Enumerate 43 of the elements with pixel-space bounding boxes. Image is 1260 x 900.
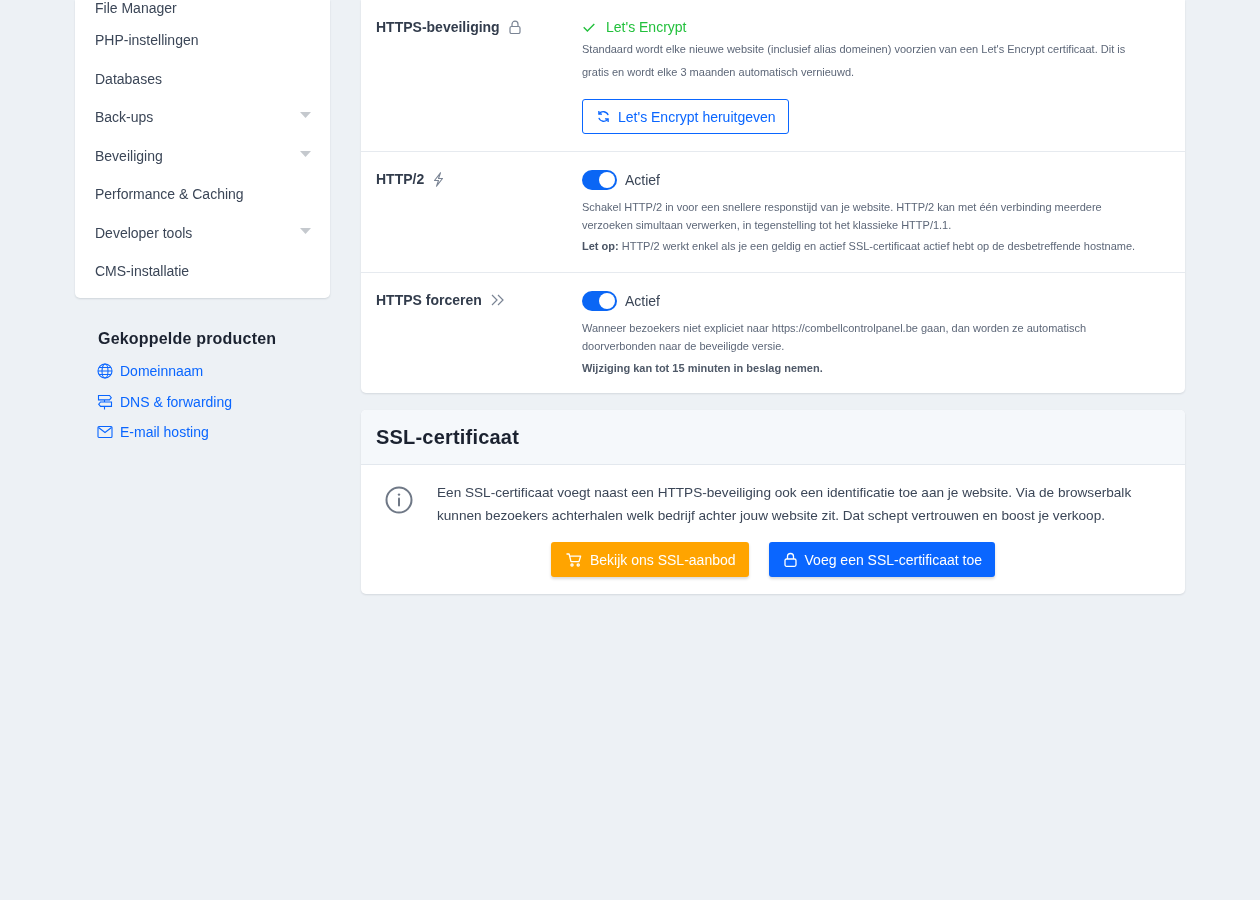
caret-icon — [300, 112, 311, 119]
add-certificate-button[interactable]: Voeg een SSL-certificaat toe — [768, 542, 995, 577]
cart-icon — [566, 552, 582, 567]
toggle-switch[interactable] — [582, 291, 617, 311]
sidebar-item[interactable]: Back-ups — [95, 98, 311, 137]
double-chevron-icon — [490, 294, 504, 306]
section-title: Gekoppelde producten — [98, 330, 278, 348]
sidebar-item[interactable]: Databases — [95, 59, 311, 98]
info-icon — [385, 486, 413, 514]
sidebar-item[interactable]: Developer tools — [95, 213, 311, 252]
sidebar-item[interactable]: CMS-installatie — [95, 252, 311, 291]
check-icon — [583, 22, 595, 32]
caret-icon — [300, 150, 311, 157]
notice-text: Wijziging kan tot 15 minuten in beslag nemen. — [582, 361, 824, 376]
description-text: Standaard wordt elke nieuwe website (inclusief alias domeinen) voorzien van een Let's Encrypt certificaat. Dit is gratis en wordt elke 3 maanden automatisch vernieuwd. — [582, 41, 1127, 80]
toggle-switch[interactable] — [582, 170, 617, 190]
description-text: Wanneer bezoekers niet expliciet naar https://combellcontrolpanel.be gaan, dan worden ze automatisch doorverbonden naar de beveiligde versie. — [582, 321, 1088, 354]
envelope-icon — [97, 424, 113, 441]
toggle-label: Actief — [625, 292, 660, 310]
product-link[interactable]: E-mail hosting — [97, 417, 209, 448]
lock-icon — [783, 552, 797, 567]
status-text: Let's Encrypt — [606, 18, 687, 36]
reissue-button[interactable]: Let's Encrypt heruitgeven — [582, 99, 789, 134]
setting-label: HTTPS forceren — [376, 291, 482, 309]
description-text: Schakel HTTP/2 in voor een snellere responstijd van je website. HTTP/2 kan met één verbinding meerdere verzoeken simultaan verwerken, in tegenstelling tot het klassieke HTTP/1.1. — [582, 200, 1103, 233]
lock-icon — [508, 20, 521, 34]
signpost-icon — [97, 393, 113, 410]
refresh-icon — [597, 110, 610, 123]
sidebar-item[interactable]: Performance & Caching — [95, 175, 311, 214]
sidebar-item[interactable]: PHP-instellingen — [95, 21, 311, 60]
setting-label: HTTPS-beveiliging — [376, 18, 500, 36]
globe-icon — [97, 363, 113, 380]
warning-text: Let op: HTTP/2 werkt enkel als je een geldig en actief SSL-certificaat actief hebt op de desbetreffende hostname. — [582, 239, 1137, 254]
setting-label: HTTP/2 — [376, 170, 425, 188]
sidebar-item[interactable]: Beveiliging — [95, 136, 311, 175]
toggle-label: Actief — [625, 171, 660, 189]
card-title: SSL-certificaat — [376, 425, 520, 449]
sidebar-item[interactable]: File Manager — [95, 0, 311, 21]
lightning-icon — [433, 171, 445, 187]
info-text: Een SSL-certificaat voegt naast een HTTPS-beveiliging ook een identificatie toe aan je website. Via de browserbalk kunnen bezoekers achterhalen welk bedrijf achter jouw website zit. Dat schept vertrouwen en boost je verkoop. — [437, 484, 1133, 525]
product-link[interactable]: Domeinnaam — [97, 356, 204, 387]
caret-icon — [300, 227, 311, 234]
product-link[interactable]: DNS & forwarding — [97, 386, 233, 417]
